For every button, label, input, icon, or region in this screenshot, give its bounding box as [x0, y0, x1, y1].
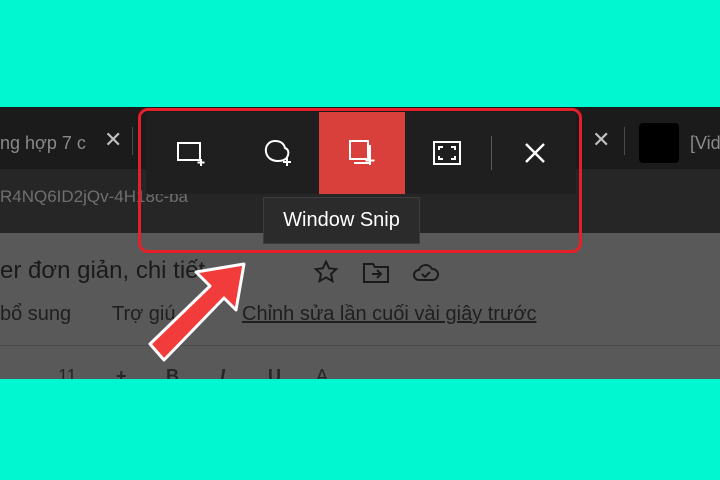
star-icon[interactable] [312, 259, 340, 285]
freeform-snip-icon [264, 139, 291, 166]
tab-close-icon[interactable]: ✕ [104, 129, 122, 151]
document-title-icons [312, 259, 440, 285]
increase-font-icon[interactable]: + [116, 366, 127, 379]
font-size-field[interactable]: 11 [58, 366, 77, 379]
snip-toolbar [146, 112, 576, 194]
window-snip-button[interactable] [319, 112, 405, 194]
move-folder-icon[interactable] [362, 259, 390, 285]
close-button[interactable] [492, 112, 578, 194]
text-color-icon[interactable]: A [316, 366, 328, 379]
tab-close-icon[interactable]: ✕ [592, 129, 610, 151]
rectangle-snip-icon [177, 142, 205, 166]
last-edit-link[interactable]: Chỉnh sửa lần cuối vài giây trước [242, 303, 536, 326]
browser-tab[interactable]: ng hợp 7 c [0, 117, 120, 169]
rectangle-snip-button[interactable] [148, 112, 234, 194]
freeform-snip-button[interactable] [234, 112, 320, 194]
underline-icon[interactable]: U [268, 366, 281, 379]
fullscreen-snip-icon [433, 141, 461, 165]
menu-item[interactable]: bổ sung [0, 303, 71, 326]
browser-tab[interactable]: [Vid [690, 117, 720, 169]
tab-divider [624, 127, 625, 155]
cloud-saved-icon[interactable] [412, 259, 440, 285]
tab-divider [132, 127, 133, 155]
formatting-toolbar: 11 + B I U A [0, 345, 720, 379]
video-favicon-icon [639, 123, 679, 163]
fullscreen-snip-button[interactable] [404, 112, 490, 194]
window-snip-icon [349, 140, 375, 165]
menu-bar: bổ sung Trợ giú Chỉnh sửa lần cuối vài g… [0, 303, 720, 333]
tooltip: Window Snip [263, 197, 420, 244]
close-icon [525, 143, 545, 163]
pointer-arrow-icon [148, 262, 246, 362]
